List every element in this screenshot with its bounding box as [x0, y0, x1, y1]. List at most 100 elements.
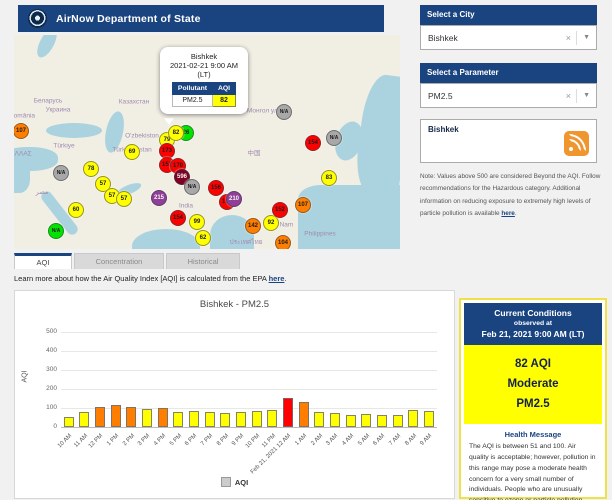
aqi-map-marker[interactable]: N/A [276, 104, 292, 120]
aqi-map-marker[interactable]: 152 [272, 202, 288, 218]
chart-bar[interactable] [314, 412, 324, 427]
arabian-sea-shape [132, 229, 200, 249]
aqi-map-marker[interactable]: 107 [14, 123, 29, 139]
chart-bar[interactable] [408, 410, 418, 427]
chart-x-tick-label: 3 AM [326, 433, 340, 447]
aqi-map-marker[interactable]: 83 [321, 170, 337, 186]
parameter-caret-down-icon[interactable]: ▼ [577, 92, 596, 99]
chart-x-tick-label: 8 AM [404, 433, 418, 447]
chart-x-tick-label: 10 PM [245, 433, 262, 450]
tab-concentration[interactable]: Concentration [74, 253, 164, 269]
chart-bar[interactable] [111, 405, 121, 427]
aqi-map-marker[interactable]: 156 [208, 180, 224, 196]
chart-x-tick-label: 5 PM [169, 433, 183, 447]
chart-x-tick-label: 2 PM [122, 433, 136, 447]
beyond-aqi-note: Note: Values above 500 are considered Be… [420, 171, 604, 221]
city-clear-icon[interactable]: × [561, 33, 576, 43]
aqi-map-marker[interactable]: 104 [275, 235, 291, 249]
epa-info-text: Learn more about how the Air Quality Ind… [14, 274, 287, 283]
aqi-map-marker[interactable]: 154 [170, 210, 186, 226]
tab-aqi[interactable]: AQI [14, 253, 72, 269]
aqi-map-marker[interactable]: 99 [189, 214, 205, 230]
aqi-map-marker[interactable]: N/A [48, 223, 64, 239]
chart-bar[interactable] [393, 415, 403, 427]
chart-y-tick: 500 [33, 328, 57, 335]
aqi-map-marker[interactable]: 69 [124, 144, 140, 160]
chart-bar[interactable] [346, 415, 356, 427]
chart-bar[interactable] [252, 411, 262, 427]
app-title: AirNow Department of State [56, 13, 201, 25]
chart-x-tick-label: 10 AM [57, 433, 73, 449]
rss-feed-box: Bishkek [420, 119, 597, 163]
tab-historical[interactable]: Historical [166, 253, 240, 269]
city-caret-down-icon[interactable]: ▼ [577, 34, 596, 41]
chart-x-tick-label: 12 PM [88, 433, 105, 450]
chart-x-tick-label: 4 PM [153, 433, 167, 447]
chart-y-tick: 300 [33, 366, 57, 373]
chart-bar[interactable] [64, 417, 74, 427]
chart-gridline [61, 370, 437, 371]
epa-here-link[interactable]: here [269, 274, 285, 283]
baltic-sea-shape [33, 35, 60, 60]
chart-bar[interactable] [330, 413, 340, 427]
aqi-map-marker[interactable]: N/A [184, 179, 200, 195]
chart-bar[interactable] [424, 411, 434, 427]
aqi-map-marker[interactable]: 215 [151, 190, 167, 206]
map-country-label: Казахстан [119, 99, 149, 106]
chart-bar[interactable] [189, 411, 199, 427]
aqi-map[interactable]: БеларусьУкраинаRomâniaTürkiyeΕΛΛΑΣКазахс… [14, 35, 400, 249]
chart-y-tick: 100 [33, 404, 57, 411]
popup-city: Bishkek [164, 52, 244, 61]
aqi-map-marker[interactable]: 142 [245, 218, 261, 234]
chart-bar[interactable] [126, 407, 136, 427]
aqi-map-marker[interactable]: N/A [53, 165, 69, 181]
chart-bar[interactable] [79, 412, 89, 427]
legend-swatch[interactable] [221, 477, 231, 487]
popup-aqi-value: 82 [212, 95, 235, 107]
select-city-header: Select a City [420, 5, 597, 25]
aqi-map-marker[interactable]: N/A [326, 130, 342, 146]
aqi-map-marker[interactable]: 82 [168, 125, 184, 141]
popup-col-pollutant: Pollutant [172, 83, 212, 95]
chart-gridline [61, 351, 437, 352]
cc-observed-at: observed at [466, 320, 600, 327]
map-country-label: مصر [36, 188, 49, 196]
aqi-chart-panel: Bishkek - PM2.5 AQI 0100200300400500 10 … [14, 290, 455, 499]
chart-bar[interactable] [299, 402, 309, 427]
chart-x-tick-label: 3 PM [137, 433, 151, 447]
chart-x-tick-label: 1 PM [106, 433, 120, 447]
aqi-map-marker[interactable]: 154 [305, 135, 321, 151]
aqi-map-marker[interactable]: 210 [226, 191, 242, 207]
rss-icon[interactable] [564, 131, 589, 156]
aqi-map-marker[interactable]: 60 [68, 202, 84, 218]
mediterranean-sea-shape2 [14, 159, 30, 193]
chart-bar[interactable] [361, 414, 371, 427]
aqi-map-marker[interactable]: 78 [83, 161, 99, 177]
chart-gridline [61, 427, 437, 428]
note-here-link[interactable]: here [501, 210, 515, 217]
chart-bar[interactable] [220, 413, 230, 427]
chart-bar[interactable] [267, 410, 277, 427]
parameter-select[interactable]: PM2.5 × ▼ [420, 83, 597, 108]
aqi-map-marker[interactable]: 62 [195, 230, 211, 246]
chart-bar[interactable] [236, 412, 246, 427]
map-country-label: Türkiye [53, 143, 74, 150]
view-tabs: AQI Concentration Historical [14, 253, 240, 269]
chart-bar[interactable] [283, 398, 293, 427]
map-country-label: 中国 [248, 147, 261, 157]
city-select[interactable]: Bishkek × ▼ [420, 25, 597, 50]
chart-bar[interactable] [173, 412, 183, 427]
parameter-clear-icon[interactable]: × [561, 91, 576, 101]
popup-datetime: 2021-02-21 9:00 AM [164, 61, 244, 70]
chart-bar[interactable] [142, 409, 152, 427]
cc-aqi-block: 82 AQI Moderate PM2.5 [464, 345, 602, 424]
chart-bar[interactable] [158, 408, 168, 427]
chart-bar[interactable] [205, 412, 215, 427]
aqi-map-marker[interactable]: 57 [116, 191, 132, 207]
aqi-map-marker[interactable]: 107 [295, 197, 311, 213]
chart-bar[interactable] [377, 415, 387, 427]
chart-bar[interactable] [95, 407, 105, 427]
chart-y-tick: 200 [33, 385, 57, 392]
popup-table: Pollutant AQI PM2.5 82 [172, 82, 236, 107]
popup-col-aqi: AQI [212, 83, 235, 95]
